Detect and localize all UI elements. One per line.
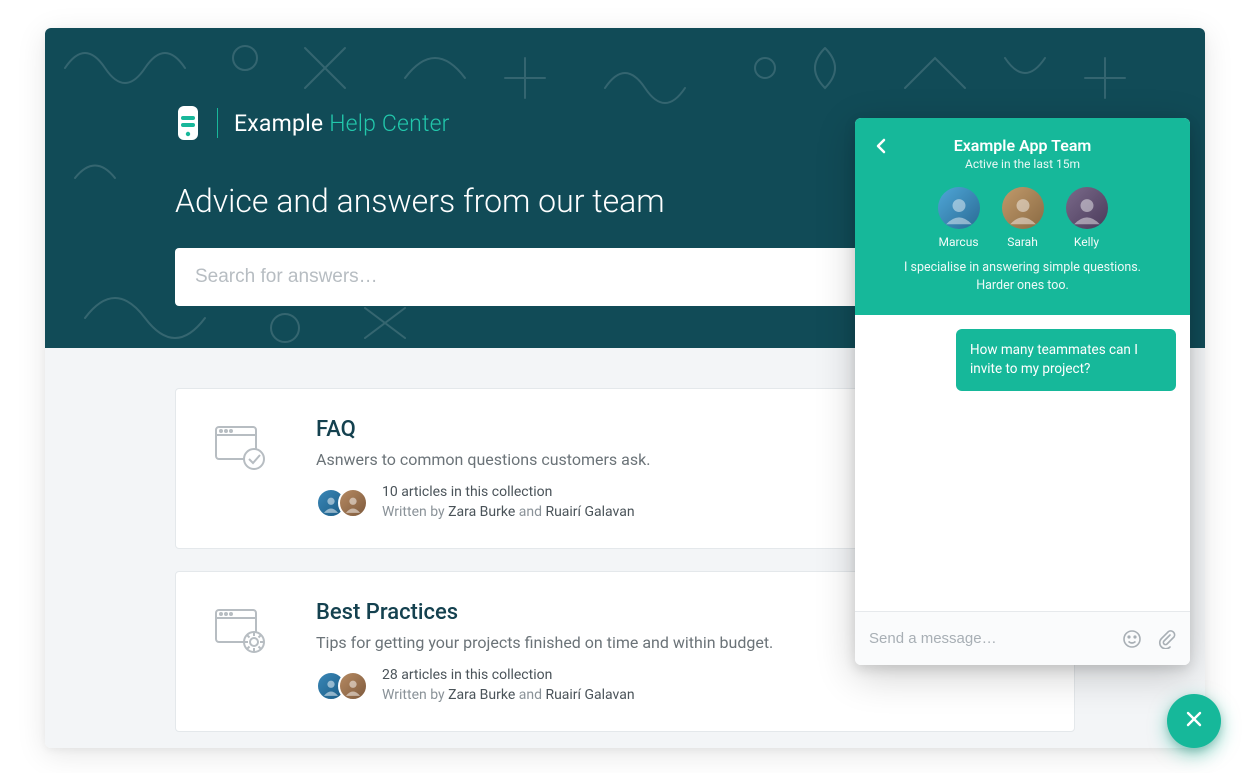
chat-tagline: I specialise in answering simple questio… [873, 259, 1172, 295]
chat-message-input[interactable] [869, 630, 1112, 647]
author-name: Ruairí Galavan [545, 504, 634, 520]
window-gear-icon [214, 606, 268, 658]
written-by-label: Written by [382, 687, 448, 703]
chat-widget: Example App Team Active in the last 15m … [855, 118, 1190, 665]
chat-status: Active in the last 15m [873, 157, 1172, 171]
collection-count: 28 articles in this collection [382, 666, 635, 686]
avatar [938, 187, 980, 229]
author-name: Ruairí Galavan [545, 687, 634, 703]
chevron-left-icon [875, 138, 887, 158]
brand-section: Help Center [329, 110, 449, 137]
authors-and: and [515, 687, 545, 703]
authors-and: and [515, 504, 545, 520]
author-name: Zara Burke [448, 687, 515, 703]
chat-compose [855, 611, 1190, 665]
team-member-name: Sarah [1007, 235, 1038, 249]
team-member-name: Marcus [938, 235, 978, 249]
author-name: Zara Burke [448, 504, 515, 520]
chat-team-name: Example App Team [873, 136, 1172, 155]
chat-back-button[interactable] [871, 138, 891, 158]
window-check-icon [214, 423, 268, 475]
avatar [338, 671, 368, 701]
emoji-icon[interactable] [1122, 629, 1142, 649]
team-member-name: Kelly [1074, 235, 1099, 249]
team-member: Sarah [1002, 187, 1044, 249]
author-avatars [316, 671, 368, 701]
chat-outgoing-message: How many teammates can I invite to my pr… [956, 329, 1176, 391]
close-icon [1184, 709, 1204, 733]
collection-meta: 28 articles in this collection Written b… [316, 666, 1044, 705]
team-member: Marcus [938, 187, 980, 249]
written-by-label: Written by [382, 504, 448, 520]
chat-header: Example App Team Active in the last 15m … [855, 118, 1190, 315]
avatar [1066, 187, 1108, 229]
chat-launcher-fab[interactable] [1167, 694, 1221, 748]
chat-team-row: Marcus Sarah Kelly [873, 187, 1172, 249]
collection-count: 10 articles in this collection [382, 483, 635, 503]
chat-messages[interactable]: How many teammates can I invite to my pr… [855, 315, 1190, 611]
brand-name: Example [234, 110, 323, 137]
team-member: Kelly [1066, 187, 1108, 249]
attachment-icon[interactable] [1156, 629, 1176, 649]
brand-logo [175, 106, 201, 140]
help-center-card: Example Help Center Advice and answers f… [45, 28, 1205, 748]
avatar [1002, 187, 1044, 229]
brand-divider [217, 108, 218, 138]
brand-title: Example Help Center [234, 110, 450, 137]
avatar [338, 488, 368, 518]
author-avatars [316, 488, 368, 518]
